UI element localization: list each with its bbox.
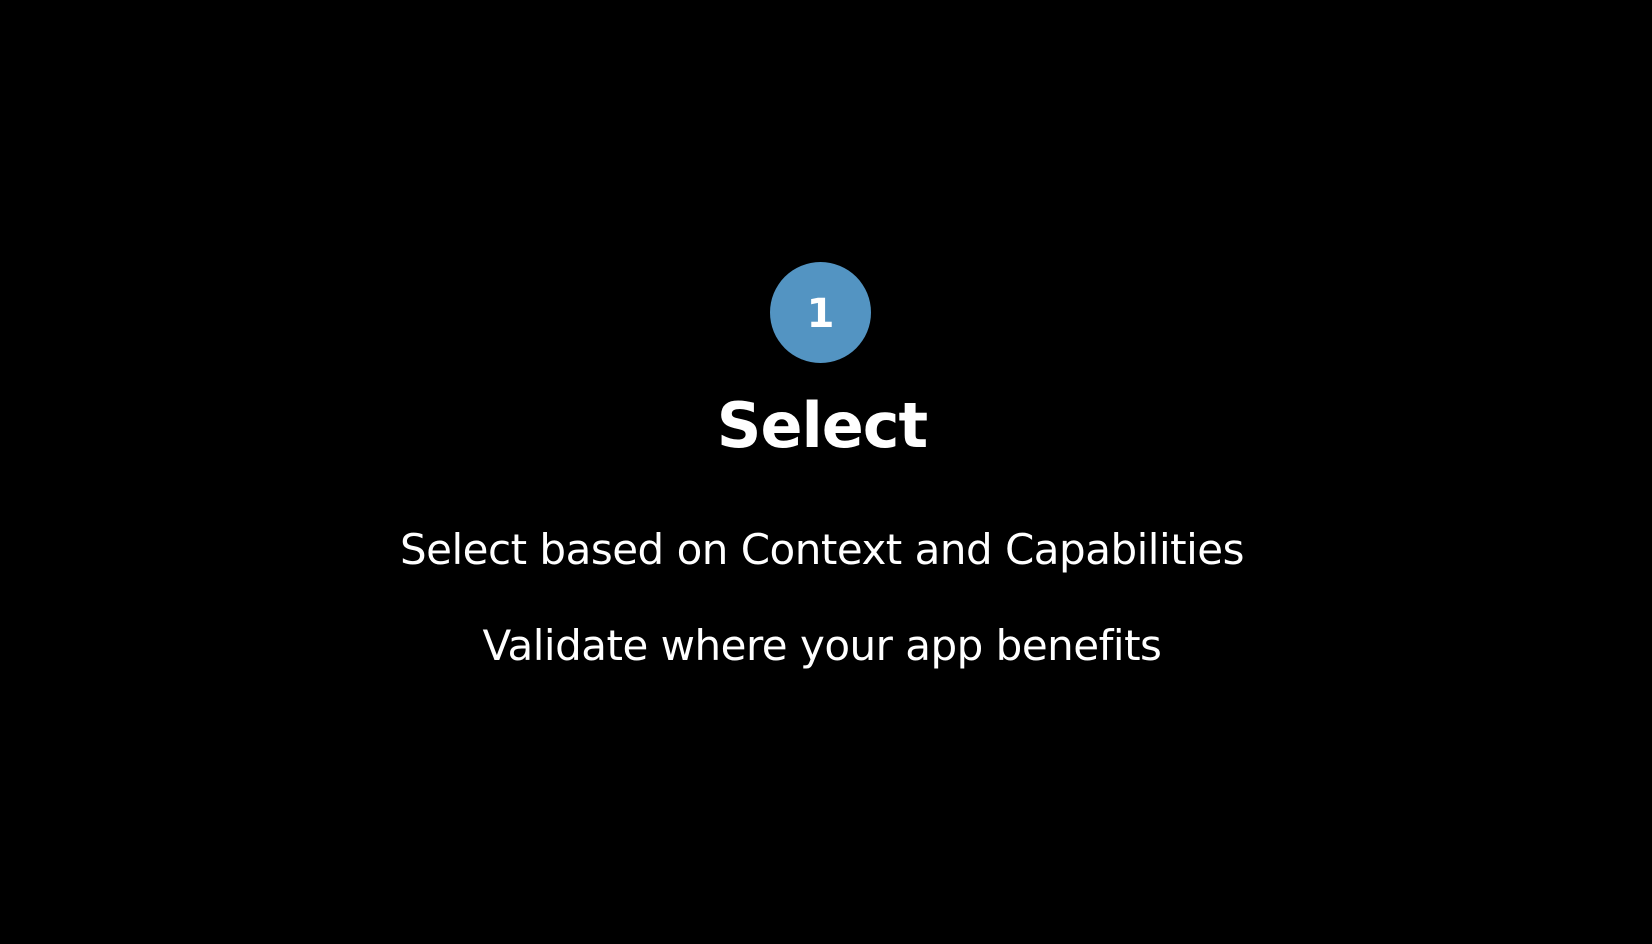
bullet-line-1: Select based on Context and Capabilities [400,525,1244,574]
step-number: 1 [806,290,835,337]
slide: 1 Select Select based on Context and Cap… [0,0,1652,944]
bullet-line-2: Validate where your app benefits [482,621,1162,670]
slide-title: Select [716,389,928,462]
step-badge: 1 [770,262,871,363]
